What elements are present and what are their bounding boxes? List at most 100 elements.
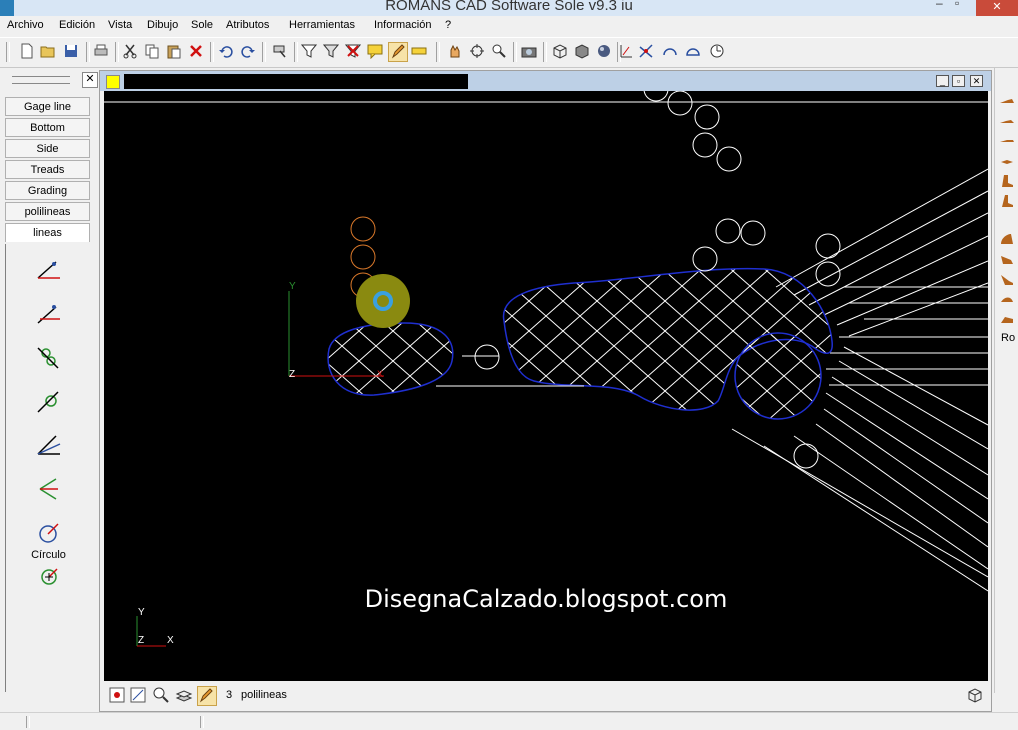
shoe-last-icon[interactable] (999, 114, 1015, 128)
shoe-side-icon[interactable] (999, 292, 1015, 306)
save-icon[interactable] (62, 42, 80, 60)
drawing-minimize-button[interactable]: _ (936, 75, 949, 87)
snap-grid-icon[interactable] (108, 686, 126, 704)
hand-pan-icon[interactable] (446, 42, 464, 60)
menu-herramientas[interactable]: Herramientas (289, 19, 355, 31)
toolbar-separator (436, 42, 440, 62)
toolbar-separator (262, 42, 266, 62)
right-tool-panel: Ro (994, 68, 1018, 693)
toolbar-separator (115, 42, 119, 62)
zoom-icon[interactable] (490, 42, 508, 60)
watermark-text: DisegnaCalzado.blogspot.com (364, 585, 728, 613)
shoe-side-icon[interactable] (999, 232, 1015, 246)
pointer-select-icon[interactable] (271, 42, 289, 60)
camera-icon[interactable] (520, 42, 538, 60)
circle-tangent-tool-icon[interactable] (34, 562, 64, 592)
drawing-maximize-button[interactable]: ▫ (952, 75, 965, 87)
menu-help[interactable]: ? (445, 19, 451, 31)
cut-icon[interactable] (121, 42, 139, 60)
undo-icon[interactable] (217, 42, 235, 60)
line-circles-tool-icon[interactable] (34, 342, 64, 372)
edit-pencil-icon[interactable] (388, 42, 408, 62)
semicircle-tool-icon[interactable] (684, 42, 702, 60)
zoom-extents-icon[interactable] (468, 42, 486, 60)
panel-grip[interactable] (12, 76, 70, 84)
shoe-side-icon[interactable] (999, 252, 1015, 266)
window-title: ROMANS CAD Software Sole v9.3 iu (385, 0, 633, 14)
layers-icon[interactable] (175, 686, 193, 704)
axis-tool-icon[interactable] (617, 42, 635, 60)
shoe-last-icon[interactable] (999, 134, 1015, 148)
menu-sole[interactable]: Sole (191, 19, 213, 31)
shoe-last-icon[interactable] (999, 94, 1015, 108)
line-fork-tool-icon[interactable] (34, 474, 64, 504)
shoe-side-icon[interactable] (999, 312, 1015, 326)
minimize-button[interactable]: – (936, 0, 943, 10)
line-tangent-tool-icon[interactable] (34, 386, 64, 416)
menu-dibujo[interactable]: Dibujo (147, 19, 178, 31)
main-toolbar (0, 37, 1018, 68)
menu-atributos[interactable]: Atributos (226, 19, 269, 31)
line-parallel-tool-icon[interactable] (34, 299, 64, 329)
copy-icon[interactable] (143, 42, 161, 60)
snap-objects-icon[interactable] (129, 686, 147, 704)
layer-color-swatch[interactable] (106, 75, 120, 89)
tab-side[interactable]: Side (5, 139, 90, 158)
delete-icon[interactable] (187, 42, 205, 60)
comment-icon[interactable] (366, 42, 384, 60)
toolbar-grip[interactable] (6, 42, 10, 62)
redo-icon[interactable] (239, 42, 257, 60)
line-bisector-tool-icon[interactable] (34, 430, 64, 460)
new-file-icon[interactable] (18, 42, 36, 60)
open-folder-icon[interactable] (39, 42, 57, 60)
arc-tool-icon[interactable] (661, 42, 679, 60)
menu-bar: Archivo Edición Vista Dibujo Sole Atribu… (0, 16, 1018, 36)
tab-gage-line[interactable]: Gage line (5, 97, 90, 116)
filter-add-icon[interactable] (300, 42, 318, 60)
menu-vista[interactable]: Vista (108, 19, 132, 31)
world-z-label: Z (138, 635, 144, 646)
circle-tool-icon[interactable] (34, 518, 64, 548)
right-panel-label: Ro (1001, 332, 1016, 344)
drawing-canvas[interactable]: Y Z X Y Z X DisegnaCalzado.blogspot.com (104, 91, 988, 681)
menu-informacion[interactable]: Información (374, 19, 431, 31)
shoe-side-icon[interactable] (999, 272, 1015, 286)
boot-icon[interactable] (999, 174, 1015, 188)
layer-number: 3 (226, 689, 233, 701)
print-icon[interactable] (92, 42, 110, 60)
panel-close-button[interactable]: ✕ (82, 72, 98, 88)
menu-edicion[interactable]: Edición (59, 19, 95, 31)
toolbar-separator (513, 42, 517, 62)
menu-archivo[interactable]: Archivo (7, 19, 44, 31)
zoom-window-icon[interactable] (152, 686, 170, 704)
ucs-x-label: X (377, 369, 383, 379)
lineas-tool-list: Círculo (5, 244, 91, 692)
tab-grading[interactable]: Grading (5, 181, 90, 200)
clock-tool-icon[interactable] (708, 42, 726, 60)
wireframe-cube-icon[interactable] (551, 42, 569, 60)
toolbar-separator (543, 42, 547, 62)
drawing-window: _ ▫ ✕ Y Z X Y Z X DisegnaCalzado.blogspo… (99, 70, 992, 712)
tab-bottom[interactable]: Bottom (5, 118, 90, 137)
maximize-button[interactable]: ▫ (955, 0, 959, 10)
ruler-icon[interactable] (410, 42, 428, 60)
drawing-close-button[interactable]: ✕ (970, 75, 983, 87)
active-layer-icon[interactable] (197, 686, 217, 706)
sphere-icon[interactable] (595, 42, 613, 60)
toolbar-separator (210, 42, 214, 62)
drawing-window-titlebar: _ ▫ ✕ (100, 71, 991, 91)
boot-icon[interactable] (999, 194, 1015, 208)
tab-lineas[interactable]: lineas (5, 223, 90, 242)
app-status-bar (0, 712, 1018, 730)
toolbar-separator (294, 42, 298, 62)
paste-icon[interactable] (165, 42, 183, 60)
shoe-last-icon[interactable] (999, 154, 1015, 168)
line-angle-tool-icon[interactable] (34, 254, 64, 284)
3d-view-icon[interactable] (966, 686, 984, 704)
intersect-tool-icon[interactable] (637, 42, 655, 60)
filter-remove-icon[interactable] (344, 42, 362, 60)
filter-icon[interactable] (322, 42, 340, 60)
solid-box-icon[interactable] (573, 42, 591, 60)
tab-treads[interactable]: Treads (5, 160, 90, 179)
tab-polilineas[interactable]: polilineas (5, 202, 90, 221)
